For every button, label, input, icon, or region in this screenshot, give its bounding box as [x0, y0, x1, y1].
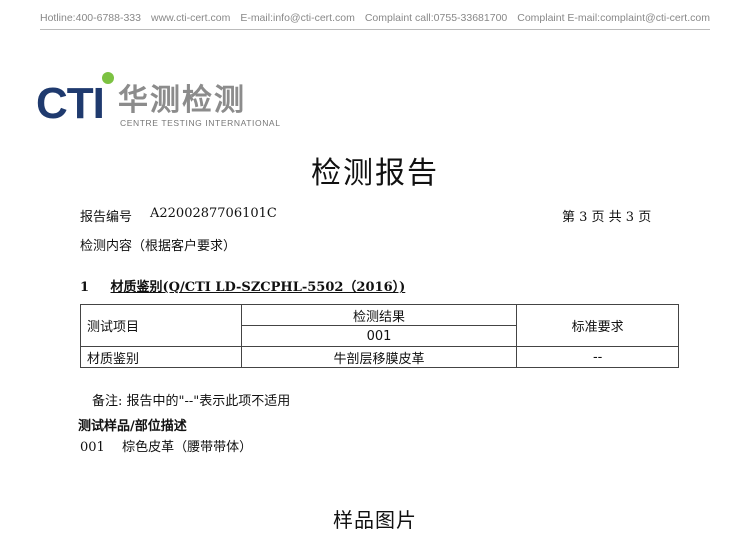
report-number-label: 报告编号	[80, 210, 133, 225]
section-number: 1	[80, 280, 90, 295]
logo-chinese-name: 华测检测	[118, 83, 246, 118]
header-test-result: 检测结果	[240, 304, 518, 326]
section-title: 材质鉴别(Q/CTI LD-SZCPHL-5502（2016）)	[110, 280, 406, 295]
sample-id: 001	[80, 440, 105, 455]
cell-result: 牛剖层移膜皮革	[240, 346, 518, 368]
sample-picture-title: 样品图片	[333, 508, 417, 532]
header-standard: 标准要求	[516, 304, 679, 347]
sample-heading: 测试样品/部位描述	[78, 419, 187, 434]
header-sample-id: 001	[240, 325, 518, 347]
table-row: 材质鉴别 牛剖层移膜皮革 --	[80, 346, 679, 368]
page-info: 第 3 页 共 3 页	[562, 210, 652, 225]
complaint-email-text: Complaint E-mail:complaint@cti-cert.com	[517, 12, 710, 24]
report-number: A2200287706101C	[150, 206, 277, 221]
email-text: E-mail:info@cti-cert.com	[240, 12, 355, 24]
complaint-call-text: Complaint call:0755-33681700	[364, 12, 508, 24]
logo-brand: CTI	[36, 79, 105, 128]
cell-item: 材质鉴别	[80, 346, 242, 368]
remark-note: 备注: 报告中的"--"表示此项不适用	[92, 394, 291, 409]
header-divider	[40, 29, 710, 30]
contact-header: Hotline:400-6788-333 www.cti-cert.com E-…	[40, 12, 710, 26]
hotline-text: Hotline:400-6788-333	[40, 12, 141, 24]
test-content-label: 检测内容（根据客户要求）	[80, 239, 237, 254]
website-text: www.cti-cert.com	[150, 12, 231, 24]
result-table: 测试项目 检测结果 标准要求 001 材质鉴别 牛剖层移膜皮革 --	[80, 304, 679, 368]
logo-dot-icon	[102, 72, 114, 84]
page-title: 检测报告	[311, 156, 439, 191]
section-heading: 1 材质鉴别(Q/CTI LD-SZCPHL-5502（2016）)	[80, 276, 405, 295]
sample-row: 001 棕色皮革（腰带带体）	[80, 436, 252, 455]
cell-standard: --	[516, 346, 679, 368]
logo-english-name: CENTRE TESTING INTERNATIONAL	[120, 118, 281, 128]
sample-description: 棕色皮革（腰带带体）	[122, 440, 253, 455]
cti-logo: CTI 华测检测 CENTRE TESTING INTERNATIONAL	[36, 72, 280, 134]
header-test-item: 测试项目	[80, 304, 242, 347]
